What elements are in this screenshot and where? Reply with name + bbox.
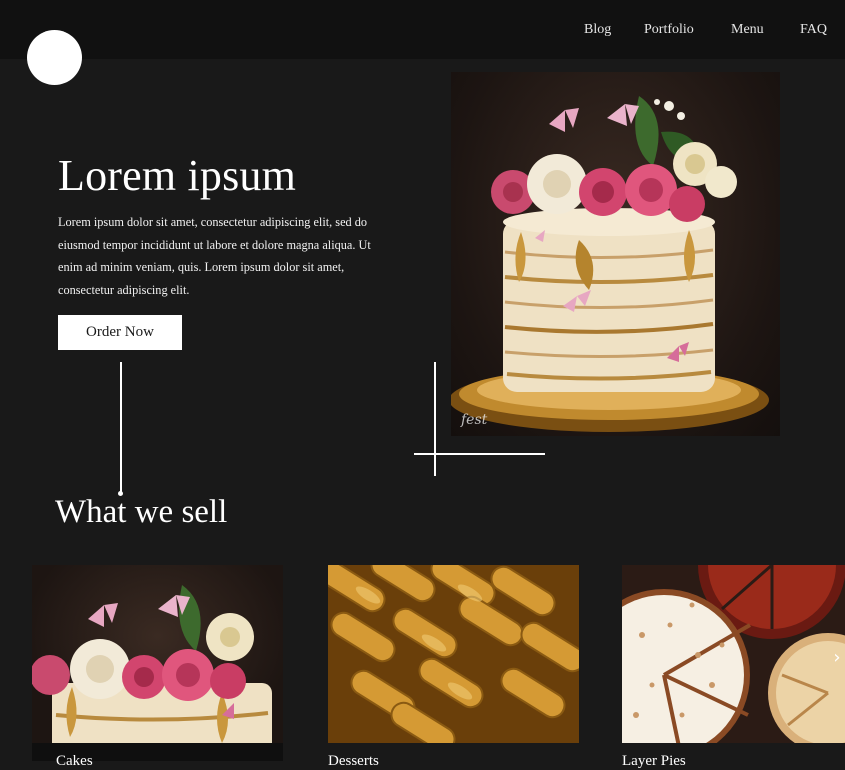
- chevron-right-icon[interactable]: ›: [829, 647, 845, 669]
- product-card-cakes[interactable]: Cakes: [32, 565, 283, 769]
- image-signature: fest: [460, 412, 488, 428]
- product-card-layer-pies[interactable]: Layer Pies: [622, 565, 845, 769]
- product-card-desserts[interactable]: Desserts: [328, 565, 579, 769]
- nav-item-faq[interactable]: FAQ: [800, 22, 827, 38]
- nav-item-menu[interactable]: Menu: [731, 22, 764, 38]
- decorative-cross-horizontal: [414, 453, 545, 455]
- product-label-layer-pies: Layer Pies: [622, 753, 686, 769]
- hero-title: Lorem ipsum: [58, 151, 297, 200]
- order-now-button[interactable]: Order Now: [58, 315, 182, 350]
- product-image-cakes: [32, 565, 283, 743]
- product-caption-desserts: Desserts: [328, 743, 579, 769]
- product-label-cakes: Cakes: [56, 753, 93, 769]
- main-nav: Blog Portfolio Menu FAQ: [0, 0, 845, 59]
- hero-description: Lorem ipsum dolor sit amet, consectetur …: [58, 215, 371, 297]
- nav-item-portfolio[interactable]: Portfolio: [644, 22, 694, 38]
- decorative-cross-vertical: [434, 362, 436, 476]
- product-label-desserts: Desserts: [328, 753, 379, 769]
- hero-cake-image: fest: [451, 72, 780, 436]
- product-caption-layer-pies: Layer Pies: [622, 743, 845, 769]
- product-caption-cakes: Cakes: [32, 743, 283, 769]
- decorative-vertical-line: [120, 362, 122, 494]
- product-image-desserts: [328, 565, 579, 743]
- section-title: What we sell: [55, 494, 228, 530]
- product-image-layer-pies: [622, 565, 845, 743]
- nav-item-blog[interactable]: Blog: [584, 22, 611, 38]
